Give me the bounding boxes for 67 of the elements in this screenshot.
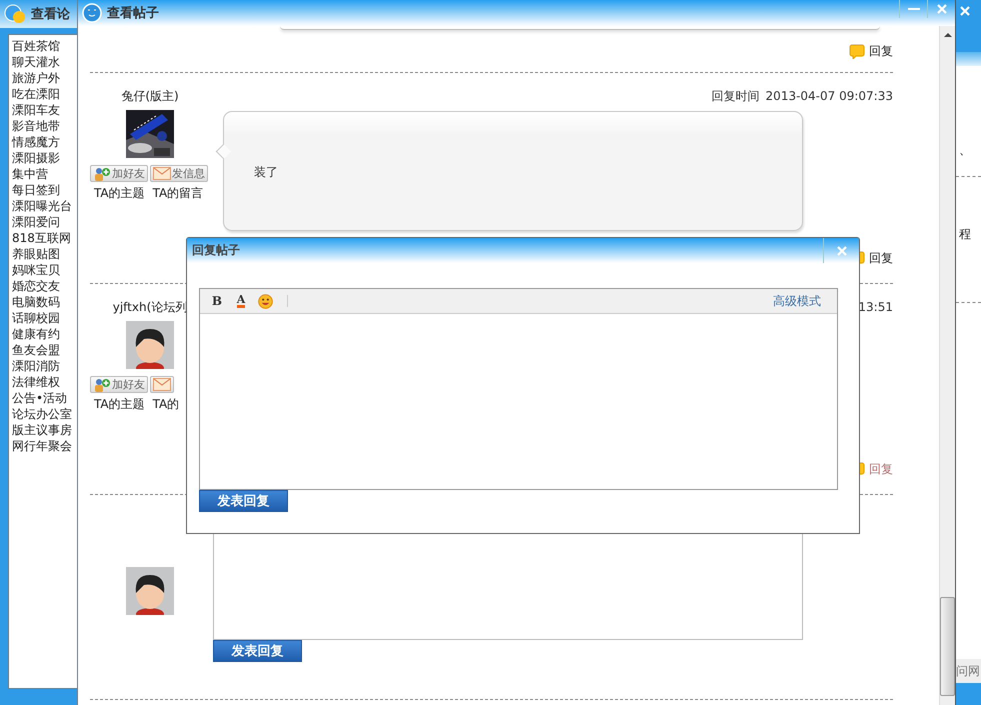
dialog-title: 回复帖子 bbox=[192, 242, 240, 259]
profile-link[interactable]: TA的主题 bbox=[94, 396, 145, 413]
profile-link[interactable]: TA的主题 bbox=[94, 185, 145, 202]
forum-link[interactable]: 百姓茶馆 bbox=[12, 38, 77, 54]
forum-link[interactable]: 溧阳车友 bbox=[12, 102, 77, 118]
envelope-icon bbox=[153, 378, 171, 391]
submit-reply-button[interactable]: 发表回复 bbox=[199, 490, 288, 512]
chat-bubble-icon bbox=[3, 3, 27, 25]
add-friend-icon bbox=[93, 378, 111, 392]
profile-link[interactable]: TA的留言 bbox=[152, 185, 204, 202]
forum-link[interactable]: 吃在溧阳 bbox=[12, 86, 77, 102]
forum-link[interactable]: 电脑数码 bbox=[12, 294, 77, 310]
reply-link[interactable]: 回复 bbox=[849, 42, 893, 60]
forum-link[interactable]: 公告•活动 bbox=[12, 390, 77, 406]
advanced-mode-link[interactable]: 高级模式 bbox=[773, 292, 821, 310]
profile-link[interactable]: TA的 bbox=[152, 396, 180, 413]
close-icon bbox=[936, 4, 946, 14]
window-title: 查看论 bbox=[31, 6, 70, 23]
forum-link[interactable]: 溧阳爱问 bbox=[12, 214, 77, 230]
close-icon bbox=[836, 246, 846, 256]
smiley-icon bbox=[258, 294, 272, 308]
forum-link[interactable]: 论坛办公室 bbox=[12, 406, 77, 422]
add-friend-icon bbox=[93, 166, 111, 180]
send-message-button[interactable]: 发信息 bbox=[150, 165, 208, 182]
post-text: 装了 bbox=[254, 165, 278, 179]
font-color-button[interactable]: A bbox=[229, 291, 253, 311]
window-panel bbox=[956, 683, 981, 705]
time-label: 回复时间 bbox=[712, 88, 760, 104]
forum-link[interactable]: 溧阳消防 bbox=[12, 358, 77, 374]
envelope-icon bbox=[153, 167, 171, 180]
forum-link[interactable]: 养眼贴图 bbox=[12, 246, 77, 262]
forum-link[interactable]: 每日签到 bbox=[12, 182, 77, 198]
speech-bubble-icon bbox=[849, 44, 865, 58]
forum-link[interactable]: 聊天灌水 bbox=[12, 54, 77, 70]
reply-time: 2013-04-07 09:07:33 bbox=[766, 88, 893, 104]
add-friend-button[interactable]: 加好友 bbox=[90, 165, 148, 182]
status-text: 问网 bbox=[956, 659, 981, 683]
forum-link[interactable]: 情感魔方 bbox=[12, 134, 77, 150]
window-title: 查看帖子 bbox=[107, 5, 159, 22]
forum-link[interactable]: 集中营 bbox=[12, 166, 77, 182]
bold-button[interactable]: B bbox=[205, 291, 229, 311]
list-text: 、 bbox=[958, 142, 972, 158]
forum-link[interactable]: 溧阳摄影 bbox=[12, 150, 77, 166]
forum-link[interactable]: 婚恋交友 bbox=[12, 278, 77, 294]
add-friend-button[interactable]: 加好友 bbox=[90, 376, 148, 393]
scrollbar[interactable] bbox=[939, 26, 955, 705]
forum-link[interactable]: 话聊校园 bbox=[12, 310, 77, 326]
forum-link[interactable]: 法律维权 bbox=[12, 374, 77, 390]
list-text: 程 bbox=[958, 226, 972, 242]
forum-link[interactable]: 影音地带 bbox=[12, 118, 77, 134]
avatar-drawing bbox=[126, 321, 174, 369]
send-message-button[interactable] bbox=[150, 376, 174, 393]
forum-link[interactable]: 鱼友会盟 bbox=[12, 342, 77, 358]
forum-link[interactable]: 妈咪宝贝 bbox=[12, 262, 77, 278]
forum-link[interactable]: 版主议事房 bbox=[12, 422, 77, 438]
scroll-thumb[interactable] bbox=[940, 597, 955, 696]
forum-link[interactable]: 网行年聚会 bbox=[12, 438, 77, 454]
reply-time: 13:51 bbox=[858, 299, 893, 315]
forum-link[interactable]: 818互联网 bbox=[12, 230, 77, 246]
forum-link[interactable]: 溧阳曝光台 bbox=[12, 198, 77, 214]
toolbar-separator bbox=[287, 295, 288, 307]
author-name[interactable]: 兔仔(版主) bbox=[121, 88, 179, 104]
forum-link[interactable]: 旅游户外 bbox=[12, 70, 77, 86]
avatar-drawing bbox=[126, 567, 174, 615]
close-icon bbox=[960, 6, 970, 16]
submit-reply-button[interactable]: 发表回复 bbox=[213, 640, 302, 662]
forum-link[interactable]: 健康有约 bbox=[12, 326, 77, 342]
